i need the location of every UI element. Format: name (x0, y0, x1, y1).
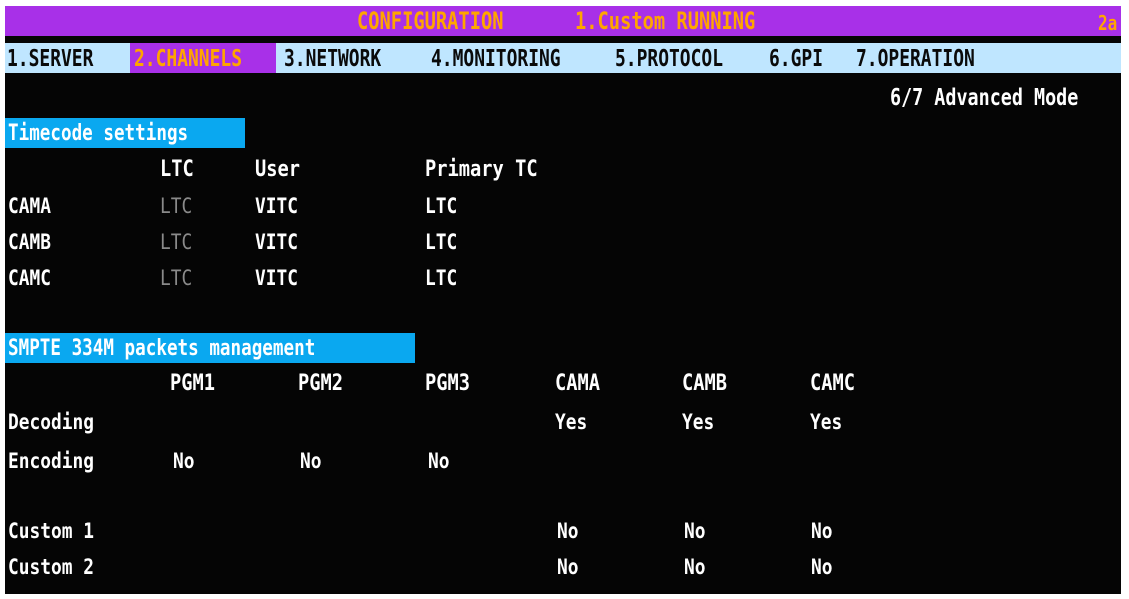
status-text: 1.Custom RUNNING (575, 7, 756, 35)
timecode-row-label: CAMC (8, 266, 51, 290)
smpte-row-label-custom2: Custom 2 (8, 555, 94, 579)
smpte-row-label-custom1: Custom 1 (8, 519, 94, 543)
title-bar (5, 6, 1121, 36)
timecode-header-user: User (255, 157, 301, 182)
smpte-header-pgm3: PGM3 (425, 371, 471, 396)
menu-item-protocol[interactable]: 5.PROTOCOL (615, 46, 723, 72)
timecode-ltc-value: LTC (160, 266, 193, 290)
timecode-user-value[interactable]: VITC (255, 230, 298, 254)
smpte-section-title: SMPTE 334M packets management (8, 336, 316, 361)
menu-item-operation[interactable]: 7.OPERATION (856, 46, 975, 72)
smpte-header-cama: CAMA (555, 371, 601, 396)
menu-item-channels[interactable]: 2.CHANNELS (134, 46, 242, 72)
smpte-custom1-camc[interactable]: No (811, 519, 833, 543)
smpte-header-camb: CAMB (682, 371, 728, 396)
timecode-primary-value[interactable]: LTC (425, 194, 457, 218)
corner-indicator: 2a (1098, 11, 1118, 35)
smpte-encoding-pgm1[interactable]: No (173, 449, 195, 473)
smpte-header-camc: CAMC (810, 371, 856, 396)
smpte-custom2-cama[interactable]: No (557, 555, 579, 579)
timecode-header-ltc: LTC (160, 157, 194, 182)
timecode-primary-value[interactable]: LTC (425, 266, 457, 290)
smpte-custom2-camc[interactable]: No (811, 555, 833, 579)
smpte-header-pgm2: PGM2 (298, 371, 344, 396)
menu-item-network[interactable]: 3.NETWORK (284, 46, 381, 72)
timecode-ltc-value: LTC (160, 194, 193, 218)
smpte-encoding-pgm2[interactable]: No (300, 449, 322, 473)
menu-item-monitoring[interactable]: 4.MONITORING (431, 46, 561, 72)
timecode-row-label: CAMB (8, 230, 51, 254)
smpte-header-pgm1: PGM1 (170, 371, 216, 396)
smpte-custom1-camb[interactable]: No (684, 519, 706, 543)
timecode-header-primary: Primary TC (425, 157, 538, 182)
timecode-ltc-value: LTC (160, 230, 193, 254)
smpte-custom1-cama[interactable]: No (557, 519, 579, 543)
title-text: CONFIGURATION (357, 7, 504, 35)
smpte-encoding-pgm3[interactable]: No (428, 449, 450, 473)
smpte-decoding-camc[interactable]: Yes (810, 410, 842, 434)
timecode-row-label: CAMA (8, 194, 51, 218)
smpte-decoding-camb[interactable]: Yes (682, 410, 714, 434)
smpte-row-label-decoding: Decoding (8, 410, 94, 434)
smpte-row-label-encoding: Encoding (8, 449, 94, 473)
page-indicator: 6/7 Advanced Mode (890, 85, 1079, 111)
config-screen: CONFIGURATION 1.Custom RUNNING 2a 1.SERV… (5, 6, 1121, 594)
menu-item-gpi[interactable]: 6.GPI (769, 46, 823, 72)
timecode-user-value[interactable]: VITC (255, 194, 298, 218)
timecode-section-title: Timecode settings (8, 121, 189, 146)
smpte-custom2-camb[interactable]: No (684, 555, 706, 579)
menu-item-server[interactable]: 1.SERVER (7, 46, 93, 72)
timecode-primary-value[interactable]: LTC (425, 230, 457, 254)
timecode-user-value[interactable]: VITC (255, 266, 298, 290)
smpte-decoding-cama[interactable]: Yes (555, 410, 587, 434)
